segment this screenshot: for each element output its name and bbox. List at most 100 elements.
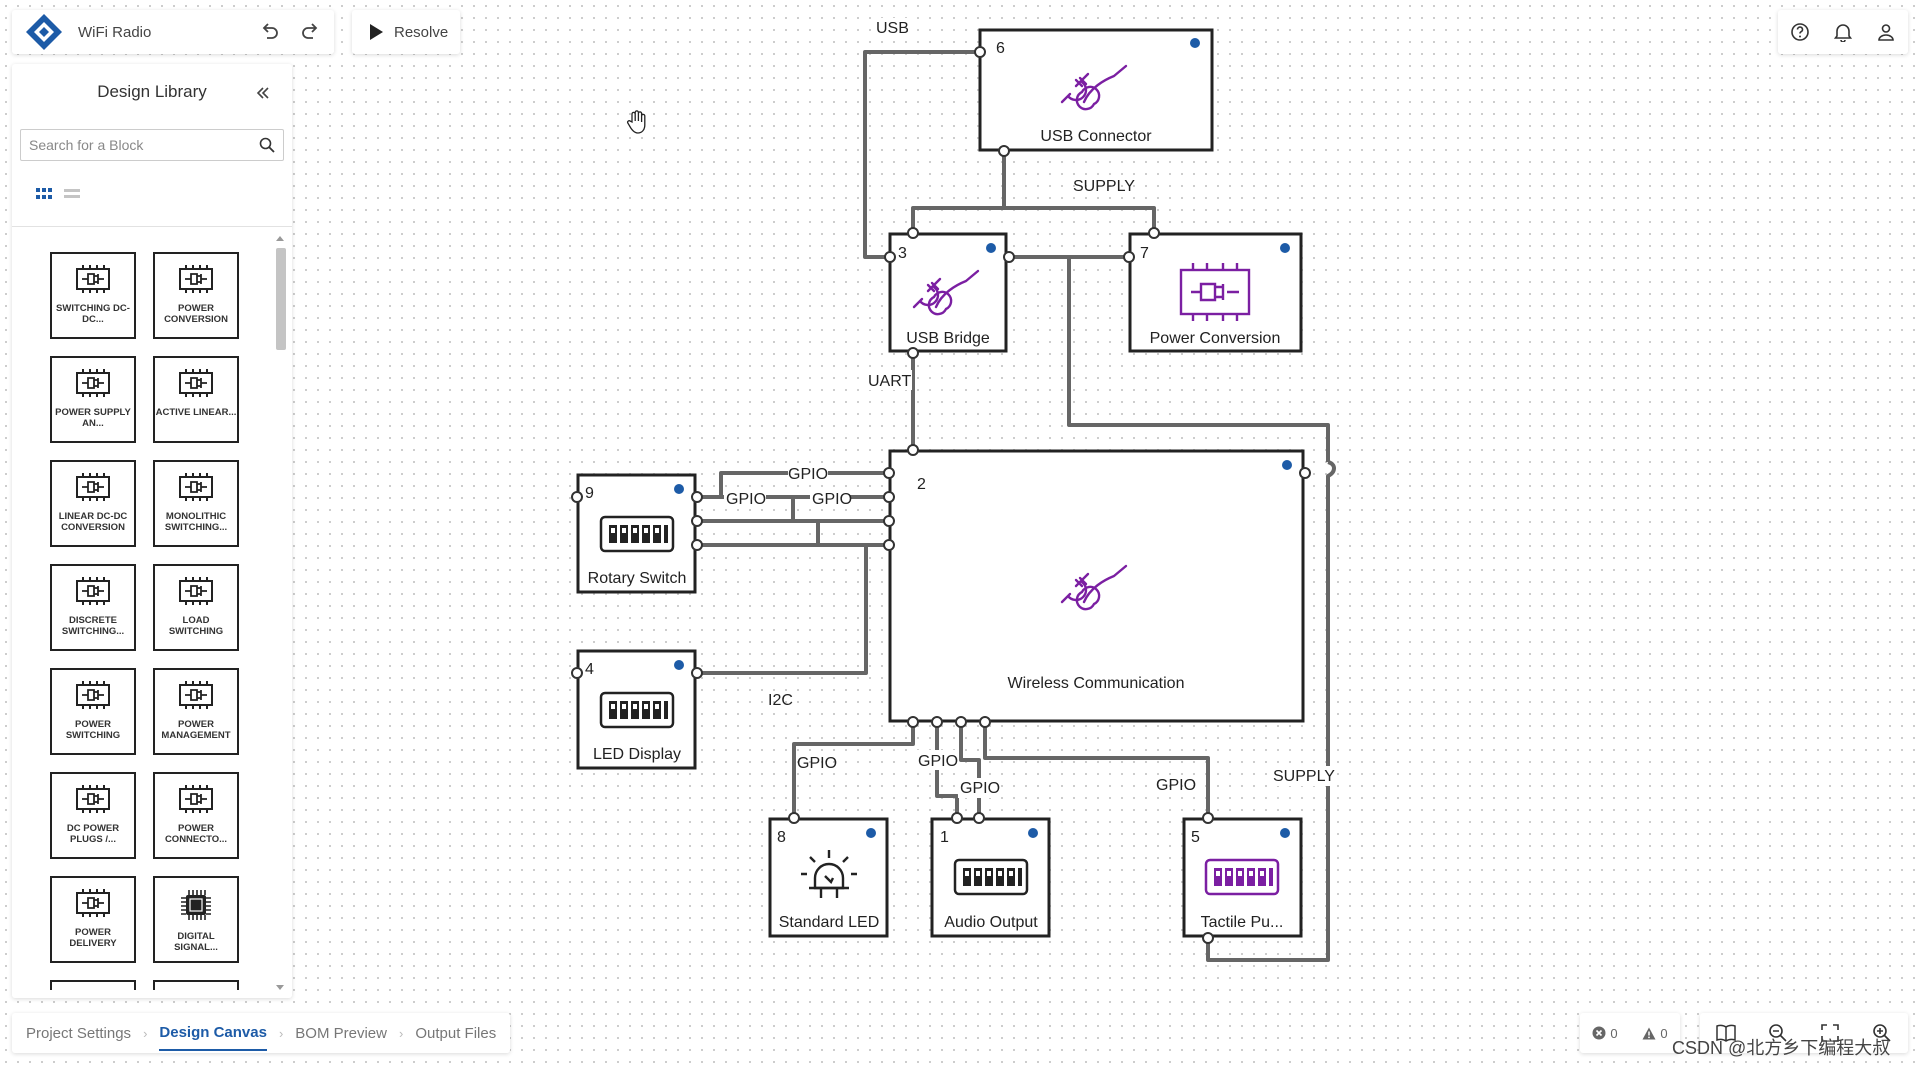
tab-design-canvas[interactable]: Design Canvas [159,1016,267,1051]
block-audio-output[interactable]: 1 Audio Output [930,817,1051,938]
port[interactable] [931,716,943,728]
chevron-right-icon: › [398,1025,404,1041]
port[interactable] [1123,251,1135,263]
block-library-grid: SWITCHING DC-DC... POWER CONVERSION POWER … [50,252,250,990]
status-dot [866,828,876,838]
library-block-tile[interactable]: LINEAR DC-DC CONVERSION [50,460,136,547]
library-block-tile[interactable] [50,980,136,990]
warning-icon [1642,1027,1656,1039]
design-library-panel: Design Library SWITCHING DC-DC... POWER C… [12,64,292,998]
tab-project-settings[interactable]: Project Settings [26,1017,131,1050]
port[interactable] [907,347,919,359]
help-icon[interactable] [1786,18,1814,46]
net-label-gpio-audio-1: GPIO [918,753,958,770]
net-label-gpio-a: GPIO [788,466,828,483]
library-block-label: POWER DELIVERY [69,927,117,949]
port[interactable] [1299,467,1311,479]
search-icon[interactable] [259,137,275,153]
port[interactable] [883,467,895,479]
library-block-label: DIGITAL SIGNAL... [174,931,218,953]
error-count[interactable]: 0 [1592,1026,1618,1041]
block-led-display[interactable]: 4 LED Display [576,649,697,770]
block-number: 7 [1140,245,1149,262]
chip-connector-icon [177,264,215,299]
port[interactable] [1148,227,1160,239]
library-block-tile[interactable]: ACTIVE LINEAR... [153,356,239,443]
library-block-label: POWER SUPPLY AN... [55,407,131,429]
scrollbar-thumb[interactable] [276,248,286,350]
scroll-down-icon[interactable] [276,985,284,990]
scroll-up-icon[interactable] [276,236,284,241]
port[interactable] [883,515,895,527]
port[interactable] [884,251,896,263]
status-dot [1028,828,1038,838]
block-search-input[interactable] [29,137,259,153]
library-scrollbar[interactable] [274,234,286,990]
undo-icon[interactable] [254,16,286,48]
library-block-tile[interactable]: POWER CONVERSION [153,252,239,339]
block-usb-bridge[interactable]: 3 USB Bridge [888,232,1008,353]
status-panel: 0 0 [1580,1013,1680,1053]
app-logo-icon[interactable] [24,12,64,52]
port[interactable] [883,539,895,551]
port[interactable] [691,667,703,679]
port[interactable] [907,716,919,728]
user-icon[interactable] [1872,18,1900,46]
block-wireless-communication[interactable]: 2 Wireless Communication [888,449,1305,723]
port[interactable] [571,491,583,503]
power-chip-icon [1179,261,1251,323]
library-block-tile[interactable]: POWER CONNECTO... [153,772,239,859]
port[interactable] [1202,812,1214,824]
library-block-tile[interactable]: MONOLITHIC SWITCHING... [153,460,239,547]
port[interactable] [883,491,895,503]
chip-connector-icon [177,472,215,507]
chip-connector-icon [177,368,215,403]
bell-icon[interactable] [1829,18,1857,46]
port[interactable] [788,812,800,824]
library-block-label: POWER MANAGEMENT [161,719,231,741]
collapse-double-chevron-icon[interactable] [252,82,274,104]
port[interactable] [979,716,991,728]
library-block-tile[interactable]: POWER DELIVERY [50,876,136,963]
port[interactable] [974,46,986,58]
block-power-conversion[interactable]: 7 Power Conversion [1128,232,1303,353]
library-block-tile[interactable]: DC POWER PLUGS /... [50,772,136,859]
port[interactable] [907,444,919,456]
library-block-tile[interactable]: POWER SWITCHING [50,668,136,755]
port[interactable] [955,716,967,728]
block-usb-connector[interactable]: 6 USB Connector [978,28,1214,152]
port[interactable] [571,667,583,679]
list-view-icon[interactable] [62,184,82,204]
block-tactile-push[interactable]: 5 Tactile Pu... [1182,817,1303,938]
port[interactable] [691,515,703,527]
library-block-label: POWER CONNECTO... [164,823,228,845]
block-rotary-switch[interactable]: 9 Rotary Switch [576,473,697,594]
tab-bom-preview[interactable]: BOM Preview [295,1017,387,1050]
port[interactable] [1202,932,1214,944]
library-block-label: LINEAR DC-DC CONVERSION [58,511,128,533]
chip-connector-icon [74,784,112,819]
library-block-tile[interactable]: DIGITAL SIGNAL... [153,876,239,963]
tab-output-files[interactable]: Output Files [415,1017,496,1050]
redo-icon[interactable] [294,16,326,48]
port[interactable] [691,491,703,503]
port[interactable] [907,227,919,239]
block-search-field[interactable] [20,129,284,161]
port[interactable] [998,145,1010,157]
resolve-button[interactable]: Resolve [352,10,460,54]
port[interactable] [951,812,963,824]
library-block-tile[interactable]: POWER SUPPLY AN... [50,356,136,443]
block-standard-led[interactable]: 8 Standard LED [768,817,889,938]
library-block-tile[interactable] [153,980,239,990]
library-block-tile[interactable]: LOAD SWITCHING [153,564,239,651]
library-block-tile[interactable]: POWER MANAGEMENT [153,668,239,755]
port[interactable] [1003,251,1015,263]
library-block-tile[interactable]: SWITCHING DC-DC... [50,252,136,339]
warning-count[interactable]: 0 [1642,1026,1668,1041]
port[interactable] [691,539,703,551]
grid-view-icon[interactable] [34,184,54,204]
project-title[interactable]: WiFi Radio [78,24,254,41]
block-number: 5 [1191,829,1200,846]
port[interactable] [973,812,985,824]
library-block-tile[interactable]: DISCRETE SWITCHING... [50,564,136,651]
